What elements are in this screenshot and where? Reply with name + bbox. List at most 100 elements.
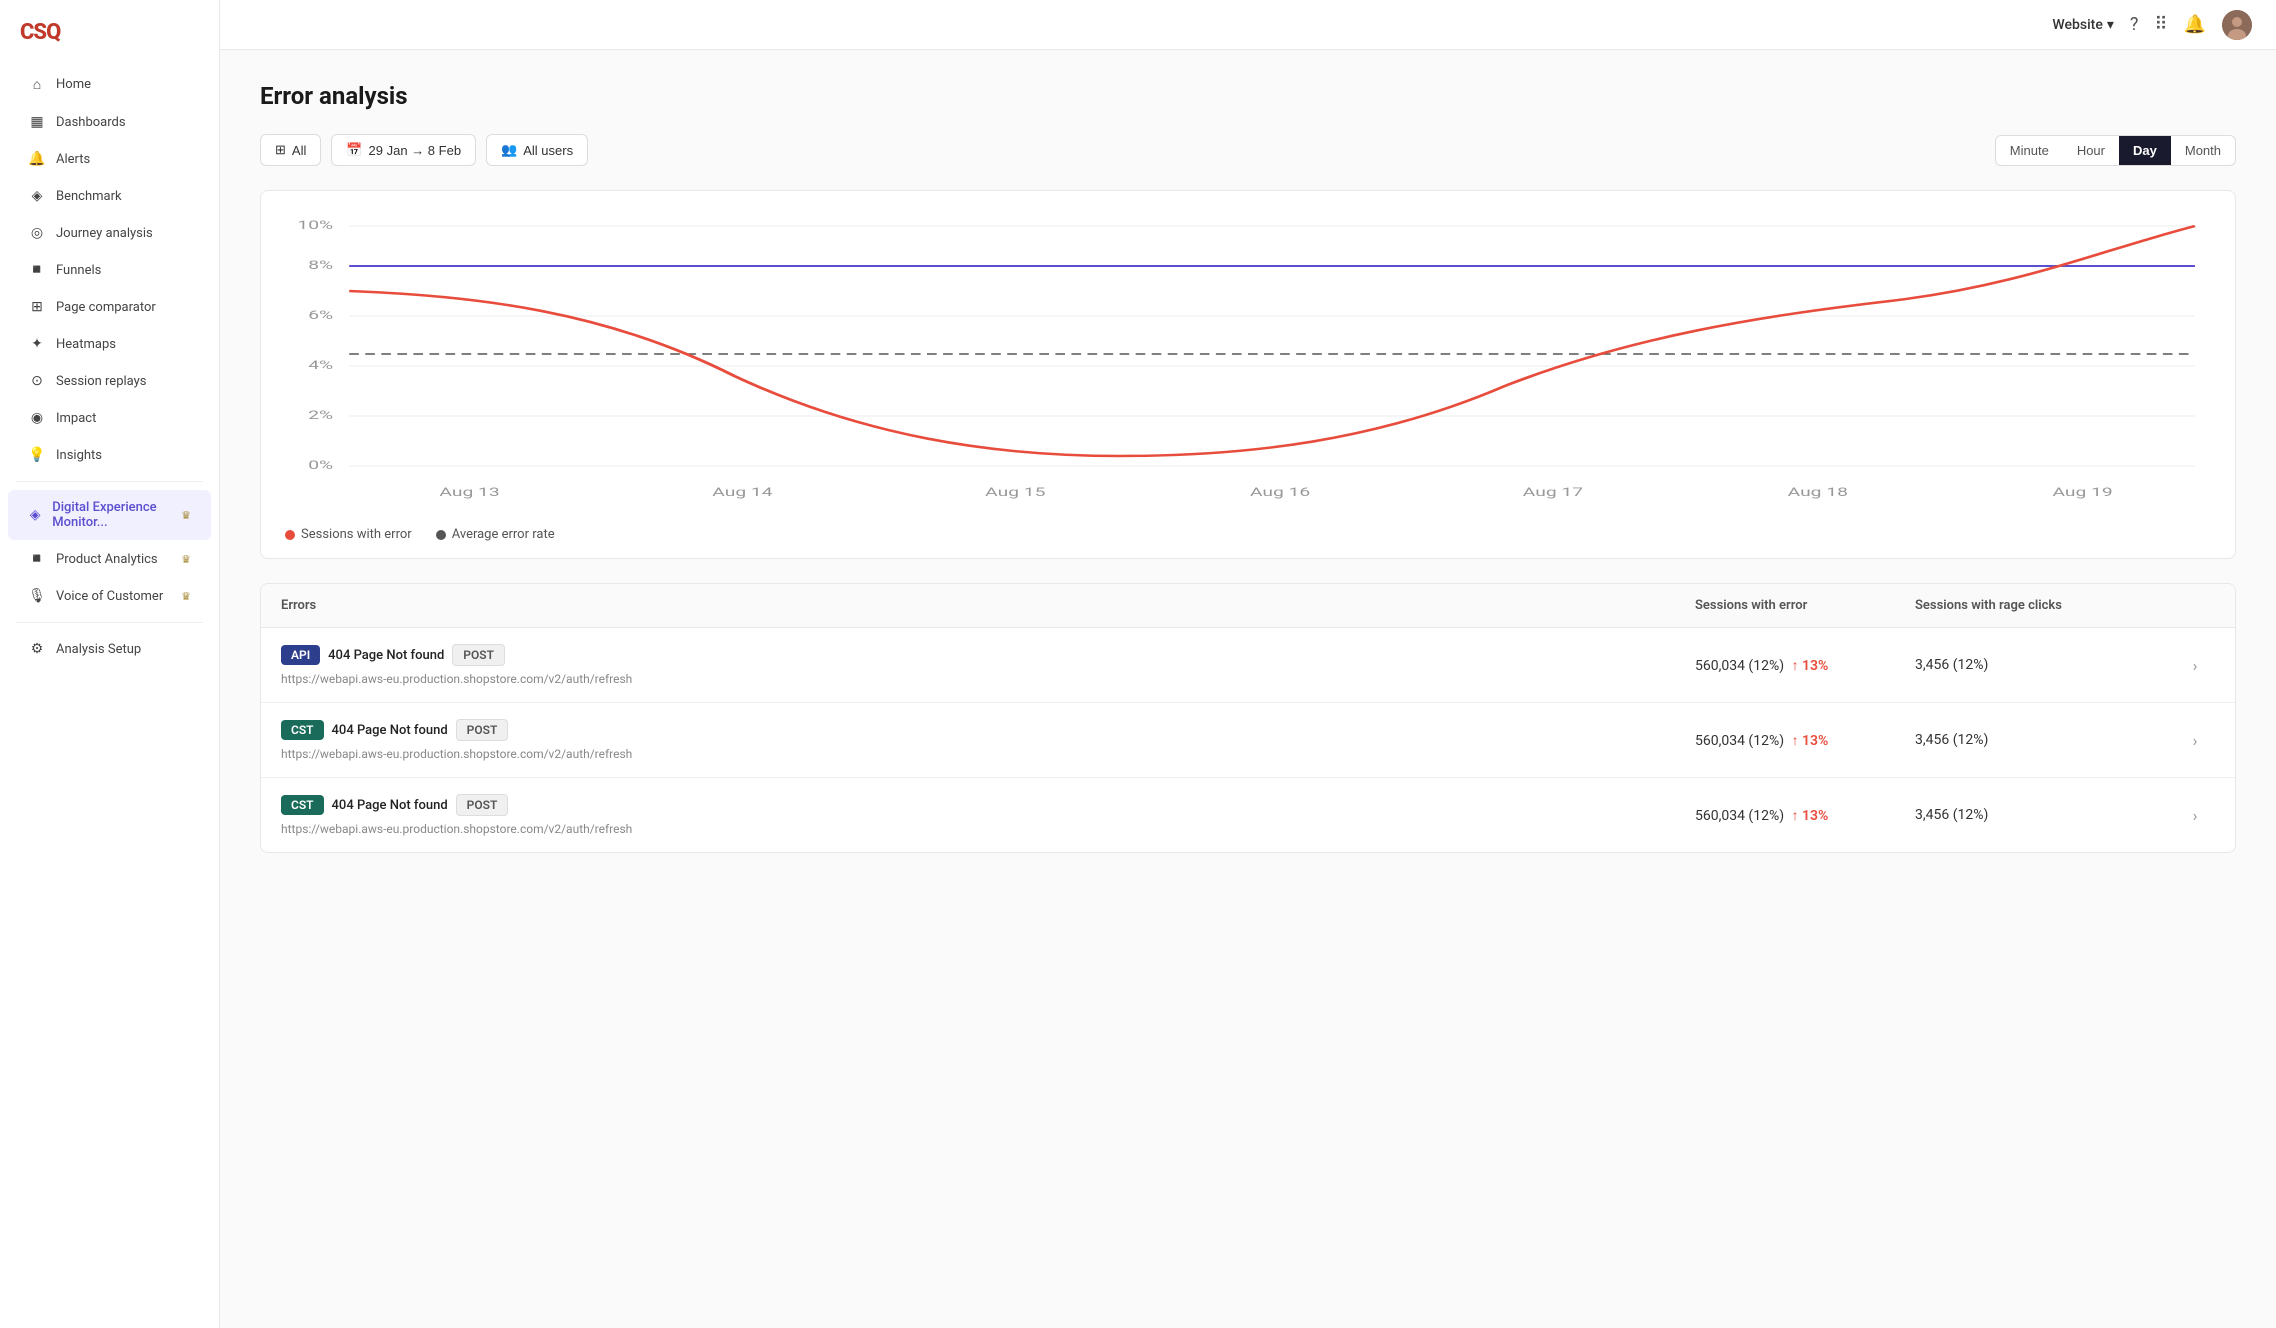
notifications-icon[interactable]: 🔔 <box>2184 14 2206 35</box>
page-content: Error analysis ⊞ All 📅 29 Jan → 8 Feb 👥 … <box>220 50 2276 885</box>
error-tags-2: CST 404 Page Not found POST <box>281 794 1695 816</box>
nav-label-journey-analysis: Journey analysis <box>56 226 153 241</box>
help-icon[interactable]: ? <box>2130 14 2139 35</box>
sidebar-item-page-comparator[interactable]: ⊞ Page comparator <box>8 289 211 325</box>
error-cell-1: CST 404 Page Not found POST https://weba… <box>281 719 1695 761</box>
main-content: Website ▾ ? ⠿ 🔔 Error analysis ⊞ All 📅 2… <box>220 0 2276 1328</box>
chevron-cell-0: › <box>2175 656 2215 675</box>
svg-text:Aug 15: Aug 15 <box>985 485 1045 499</box>
sidebar-item-journey-analysis[interactable]: ◎ Journey analysis <box>8 215 211 251</box>
svg-text:Aug 19: Aug 19 <box>2052 485 2112 499</box>
sidebar-item-benchmark[interactable]: ◈ Benchmark <box>8 178 211 214</box>
grid-icon[interactable]: ⠿ <box>2154 14 2167 35</box>
chart-legend: Sessions with error Average error rate <box>285 527 2211 542</box>
filter-date-button[interactable]: 📅 29 Jan → 8 Feb <box>331 134 476 166</box>
time-btn-month[interactable]: Month <box>2171 136 2235 165</box>
error-name-1: 404 Page Not found <box>332 723 448 738</box>
table-header: Errors Sessions with error Sessions with… <box>261 584 2235 628</box>
error-url-1: https://webapi.aws-eu.production.shopsto… <box>281 747 1695 761</box>
sessions-change-2: ↑ 13% <box>1792 808 1829 824</box>
svg-text:Aug 16: Aug 16 <box>1250 485 1310 499</box>
nav-icon-voice-of-customer: 🎙 <box>28 588 46 604</box>
filter-left: ⊞ All 📅 29 Jan → 8 Feb 👥 All users <box>260 134 588 166</box>
nav-label-voice-of-customer: Voice of Customer <box>56 589 163 604</box>
svg-text:10%: 10% <box>297 218 333 232</box>
sessions-cell-0: 560,034 (12%) ↑ 13% <box>1695 657 1915 674</box>
table-row[interactable]: CST 404 Page Not found POST https://weba… <box>261 703 2235 778</box>
sidebar-item-home[interactable]: ⌂ Home <box>8 66 211 103</box>
sidebar-item-dashboards[interactable]: ▦ Dashboards <box>8 104 211 140</box>
nav-label-impact: Impact <box>56 411 96 426</box>
sessions-cell-2: 560,034 (12%) ↑ 13% <box>1695 807 1915 824</box>
time-btn-hour[interactable]: Hour <box>2063 136 2119 165</box>
time-btn-minute[interactable]: Minute <box>1996 136 2063 165</box>
nav-icon-home: ⌂ <box>28 76 46 93</box>
col-rage-clicks: Sessions with rage clicks <box>1915 598 2175 613</box>
page-title: Error analysis <box>260 82 2236 110</box>
col-errors: Errors <box>281 598 1695 613</box>
tag-type-2: CST <box>281 795 324 815</box>
sidebar-item-insights[interactable]: 💡 Insights <box>8 437 211 473</box>
sidebar-item-analysis-setup[interactable]: ⚙ Analysis Setup <box>8 631 211 667</box>
svg-text:4%: 4% <box>308 358 333 372</box>
legend-dot-sessions <box>285 530 295 540</box>
nav-label-funnels: Funnels <box>56 263 101 278</box>
sidebar-item-alerts[interactable]: 🔔 Alerts <box>8 141 211 177</box>
nav-label-benchmark: Benchmark <box>56 189 122 204</box>
sidebar-item-heatmaps[interactable]: ✦ Heatmaps <box>8 326 211 362</box>
error-url-2: https://webapi.aws-eu.production.shopsto… <box>281 822 1695 836</box>
chevron-cell-1: › <box>2175 731 2215 750</box>
sidebar-item-impact[interactable]: ◉ Impact <box>8 400 211 436</box>
tag-method-1: POST <box>456 719 509 741</box>
filter-users-button[interactable]: 👥 All users <box>486 134 588 166</box>
crown-icon-voice-of-customer: ♛ <box>181 590 191 603</box>
time-toggle-group: Minute Hour Day Month <box>1995 135 2236 166</box>
error-url-0: https://webapi.aws-eu.production.shopsto… <box>281 672 1695 686</box>
nav-icon-alerts: 🔔 <box>28 151 46 167</box>
nav-label-dashboards: Dashboards <box>56 115 126 130</box>
error-tags-0: API 404 Page Not found POST <box>281 644 1695 666</box>
sidebar-item-digital-experience[interactable]: ◈ Digital Experience Monitor... ♛ <box>8 490 211 540</box>
tag-method-2: POST <box>456 794 509 816</box>
nav-label-home: Home <box>56 77 91 92</box>
rage-cell-1: 3,456 (12%) <box>1915 732 2175 748</box>
time-btn-day[interactable]: Day <box>2119 136 2171 165</box>
filter-bar: ⊞ All 📅 29 Jan → 8 Feb 👥 All users Minut… <box>260 134 2236 166</box>
error-cell-0: API 404 Page Not found POST https://weba… <box>281 644 1695 686</box>
sidebar: CSQ ⌂ Home ▦ Dashboards 🔔 Alerts ◈ Bench… <box>0 0 220 1328</box>
nav-icon-dashboards: ▦ <box>28 114 46 130</box>
svg-text:Aug 14: Aug 14 <box>712 485 772 499</box>
rage-cell-2: 3,456 (12%) <box>1915 807 2175 823</box>
nav-icon-insights: 💡 <box>28 447 46 463</box>
svg-text:2%: 2% <box>308 408 333 422</box>
sidebar-item-funnels[interactable]: ◾ Funnels <box>8 252 211 288</box>
nav-label-insights: Insights <box>56 448 102 463</box>
nav-icon-journey-analysis: ◎ <box>28 225 46 241</box>
nav-icon-impact: ◉ <box>28 410 46 426</box>
sidebar-item-session-replays[interactable]: ⊙ Session replays <box>8 363 211 399</box>
nav-label-session-replays: Session replays <box>56 374 147 389</box>
chart-svg: 10% 8% 6% 4% 2% 0% <box>285 211 2211 511</box>
svg-text:Aug 17: Aug 17 <box>1523 485 1583 499</box>
error-table: Errors Sessions with error Sessions with… <box>260 583 2236 853</box>
error-name-0: 404 Page Not found <box>328 648 444 663</box>
workspace-selector[interactable]: Website ▾ <box>2052 17 2113 33</box>
filter-all-button[interactable]: ⊞ All <box>260 134 321 166</box>
legend-avg-error-rate: Average error rate <box>436 527 555 542</box>
sidebar-item-voice-of-customer[interactable]: 🎙 Voice of Customer ♛ <box>8 578 211 614</box>
topbar: Website ▾ ? ⠿ 🔔 <box>220 0 2276 50</box>
nav-label-product-analytics: Product Analytics <box>56 552 158 567</box>
chart-svg-wrapper: 10% 8% 6% 4% 2% 0% <box>285 211 2211 515</box>
avatar[interactable] <box>2222 10 2252 40</box>
tag-type-1: CST <box>281 720 324 740</box>
table-row[interactable]: API 404 Page Not found POST https://weba… <box>261 628 2235 703</box>
rage-cell-0: 3,456 (12%) <box>1915 657 2175 673</box>
chevron-cell-2: › <box>2175 806 2215 825</box>
nav-icon-digital-experience: ◈ <box>28 507 42 523</box>
crown-icon-digital-experience: ♛ <box>181 509 191 522</box>
tag-type-0: API <box>281 645 320 665</box>
nav-icon-analysis-setup: ⚙ <box>28 641 46 657</box>
nav-label-page-comparator: Page comparator <box>56 300 156 315</box>
table-row[interactable]: CST 404 Page Not found POST https://weba… <box>261 778 2235 852</box>
sidebar-item-product-analytics[interactable]: ◾ Product Analytics ♛ <box>8 541 211 577</box>
